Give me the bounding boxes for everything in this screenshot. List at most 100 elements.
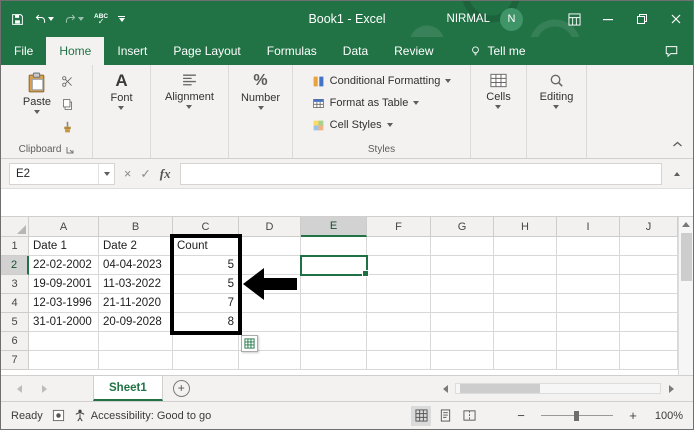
redo-button[interactable] [64,13,84,26]
cell-F7[interactable] [367,351,431,370]
cell-A3[interactable]: 19-09-2001 [29,275,99,294]
cell-F1[interactable] [367,237,431,256]
cell-G5[interactable] [431,313,494,332]
cell-B2[interactable]: 04-04-2023 [99,256,173,275]
add-sheet-button[interactable]: + [172,380,190,397]
zoom-slider-thumb[interactable] [574,410,579,421]
tab-formulas[interactable]: Formulas [254,37,330,65]
formula-input[interactable] [179,162,662,185]
accessibility-checker-button[interactable]: Accessibility: Good to go [74,409,211,422]
ribbon-display-options-button[interactable] [557,1,591,37]
name-box[interactable]: E2 [9,162,115,185]
tab-page-layout[interactable]: Page Layout [160,37,253,65]
signed-in-user[interactable]: NIRMAL [447,13,490,25]
column-header-J[interactable]: J [620,217,678,237]
cell-H5[interactable] [494,313,557,332]
horizontal-scroll-track[interactable] [455,383,661,394]
cell-E3[interactable] [301,275,367,294]
cell-B4[interactable]: 21-11-2020 [99,294,173,313]
select-all-button[interactable] [1,217,29,237]
cell-I1[interactable] [557,237,620,256]
column-header-D[interactable]: D [239,217,301,237]
row-header-2[interactable]: 2 [1,256,29,275]
cell-C6[interactable] [173,332,239,351]
cell-D5[interactable] [239,313,301,332]
scroll-up-button[interactable] [679,217,693,231]
column-header-E[interactable]: E [301,217,367,237]
cell-C5[interactable]: 8 [173,313,239,332]
tab-home[interactable]: Home [46,37,105,65]
paste-dropdown-icon[interactable] [33,110,40,114]
cell-F3[interactable] [367,275,431,294]
cell-H6[interactable] [494,332,557,351]
column-header-F[interactable]: F [367,217,431,237]
formula-bar-expand-button[interactable] [669,171,685,176]
minimize-button[interactable] [591,1,625,37]
cell-H1[interactable] [494,237,557,256]
cell-D4[interactable] [239,294,301,313]
cell-E7[interactable] [301,351,367,370]
undo-dropdown-icon[interactable] [48,17,54,21]
fill-options-button[interactable] [241,335,258,352]
cell-B1[interactable]: Date 2 [99,237,173,256]
cells-button[interactable]: Cells [479,68,517,109]
cell-A1[interactable]: Date 1 [29,237,99,256]
number-button[interactable]: % Number [234,68,287,110]
cell-D3[interactable] [239,275,301,294]
restore-button[interactable] [625,1,659,37]
scroll-left-button[interactable] [437,381,453,397]
tab-data[interactable]: Data [330,37,381,65]
cell-H4[interactable] [494,294,557,313]
name-box-dropdown[interactable] [98,163,114,184]
clipboard-dialog-launcher-icon[interactable] [66,146,74,154]
macro-record-button[interactable] [52,409,65,422]
user-avatar[interactable]: N [500,7,523,31]
cell-D7[interactable] [239,351,301,370]
column-header-B[interactable]: B [99,217,173,237]
cell-E6[interactable] [301,332,367,351]
cell-I6[interactable] [557,332,620,351]
cell-J2[interactable] [620,256,678,275]
row-header-7[interactable]: 7 [1,351,29,370]
cancel-button[interactable]: × [124,167,131,181]
cell-G2[interactable] [431,256,494,275]
row-header-5[interactable]: 5 [1,313,29,332]
cell-B3[interactable]: 11-03-2022 [99,275,173,294]
cell-J1[interactable] [620,237,678,256]
page-break-view-button[interactable] [459,406,479,426]
row-header-1[interactable]: 1 [1,237,29,256]
cell-J3[interactable] [620,275,678,294]
font-button[interactable]: A Font [103,68,139,110]
tab-review[interactable]: Review [381,37,446,65]
cell-B5[interactable]: 20-09-2028 [99,313,173,332]
vertical-scrollbar[interactable] [678,217,693,375]
format-painter-button[interactable] [61,121,74,139]
row-header-3[interactable]: 3 [1,275,29,294]
alignment-dropdown-icon[interactable] [186,105,193,109]
redo-dropdown-icon[interactable] [78,17,84,21]
column-header-I[interactable]: I [557,217,620,237]
cell-J5[interactable] [620,313,678,332]
font-dropdown-icon[interactable] [118,106,125,110]
cell-G6[interactable] [431,332,494,351]
cell-H7[interactable] [494,351,557,370]
cell-D1[interactable] [239,237,301,256]
cell-H2[interactable] [494,256,557,275]
tell-me-box[interactable]: Tell me [469,37,526,65]
cell-B7[interactable] [99,351,173,370]
cell-E5[interactable] [301,313,367,332]
cell-E1[interactable] [301,237,367,256]
save-button[interactable] [11,13,24,26]
number-dropdown-icon[interactable] [257,106,264,110]
cell-C1[interactable]: Count [173,237,239,256]
column-header-G[interactable]: G [431,217,494,237]
zoom-out-button[interactable]: − [514,408,528,423]
cell-F6[interactable] [367,332,431,351]
undo-button[interactable] [34,13,54,26]
cell-I7[interactable] [557,351,620,370]
tab-insert[interactable]: Insert [104,37,160,65]
spelling-button[interactable]: ABC ✓ [94,13,108,25]
sheet-nav-right-icon[interactable] [42,384,47,393]
cell-G1[interactable] [431,237,494,256]
cell-styles-button[interactable]: Cell Styles [307,115,457,135]
